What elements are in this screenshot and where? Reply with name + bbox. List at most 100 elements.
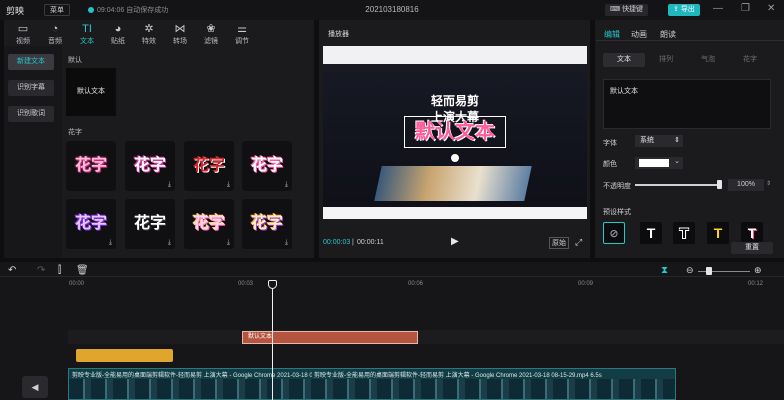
preset-style[interactable]: T bbox=[640, 222, 662, 244]
flower-tile[interactable]: 花字 ⤓ bbox=[242, 199, 292, 249]
nav-recognize-lyrics[interactable]: 识别歌词 bbox=[8, 106, 54, 122]
opacity-value[interactable]: 100% bbox=[728, 179, 764, 191]
default-text-tile[interactable]: 默认文本 bbox=[66, 68, 116, 116]
video-scene bbox=[374, 166, 532, 201]
font-label: 字体 bbox=[603, 140, 617, 147]
player-title: 播放器 bbox=[328, 31, 349, 38]
stepper-icon[interactable]: ⇕ bbox=[766, 180, 771, 187]
browser-chrome bbox=[323, 46, 587, 72]
undo-icon[interactable]: ↶ bbox=[8, 265, 16, 276]
color-picker[interactable]: ⌄ bbox=[635, 157, 683, 169]
opacity-slider-handle[interactable] bbox=[717, 180, 722, 189]
download-icon[interactable]: ⤓ bbox=[285, 181, 288, 189]
nav-recognize-subtitles[interactable]: 识别字幕 bbox=[8, 80, 54, 96]
sticker-icon: ◕ bbox=[114, 23, 122, 35]
tab-effects[interactable]: ✲ 特效 bbox=[134, 23, 164, 46]
tab-audio[interactable]: ◔ 音频 bbox=[40, 23, 70, 46]
ratio-button[interactable]: 原始 bbox=[549, 237, 569, 249]
tab-read-aloud[interactable]: 朗读 bbox=[660, 29, 676, 40]
tab-edit[interactable]: 编辑 bbox=[604, 29, 620, 40]
subtab-flower[interactable]: 花字 bbox=[729, 53, 771, 67]
download-icon[interactable]: ⤓ bbox=[109, 239, 112, 247]
playhead-handle-icon[interactable] bbox=[268, 280, 277, 289]
reset-button[interactable]: 重置 bbox=[731, 242, 773, 254]
ruler-tick: 00:09 bbox=[578, 281, 594, 287]
delete-icon[interactable]: 🗑 bbox=[76, 265, 89, 276]
playhead[interactable] bbox=[272, 286, 273, 400]
zoom-out-icon[interactable]: ⊖ bbox=[686, 265, 694, 276]
preset-label: 预设样式 bbox=[603, 209, 631, 216]
ruler-tick: 00:12 bbox=[748, 281, 764, 287]
tab-video[interactable]: ▭ 视频 bbox=[8, 23, 38, 46]
split-icon[interactable]: ⫿ bbox=[58, 265, 61, 276]
video-clip-title-2: 剪映专业版-全能易用的桌面端剪辑软件-轻而易剪 上演大幕 - Google Ch… bbox=[314, 373, 602, 379]
flower-tile[interactable]: 花字 ⤓ bbox=[184, 141, 234, 191]
left-nav bbox=[4, 46, 62, 258]
flower-tile[interactable]: 花字 bbox=[66, 141, 116, 191]
video-clip[interactable]: 剪映专业版-全能易用的桌面端剪辑软件-轻而易剪 上演大幕 - Google Ch… bbox=[68, 368, 676, 400]
tool-tabs: ▭ 视频 ◔ 音频 TI 文本 ◕ 贴纸 ✲ 特效 ⋈ 转场 ❀ 滤镜 ⚌ 调节 bbox=[4, 20, 314, 46]
app-logo: 剪映 bbox=[6, 6, 25, 16]
flower-tile[interactable]: 花字 ⤓ bbox=[66, 199, 116, 249]
subtab-arrange[interactable]: 排列 bbox=[645, 53, 687, 67]
download-icon[interactable]: ⤓ bbox=[227, 239, 230, 247]
preset-style[interactable]: T bbox=[741, 222, 763, 244]
preset-style[interactable]: T bbox=[707, 222, 729, 244]
zoom-in-icon[interactable]: ⊕ bbox=[754, 265, 762, 276]
play-icon[interactable]: ▶ bbox=[451, 236, 459, 247]
flower-tile[interactable]: 花字 ⤓ bbox=[125, 199, 175, 249]
rotate-handle-icon[interactable] bbox=[451, 154, 459, 162]
video-headline-1: 轻而易剪 bbox=[431, 94, 480, 108]
text-input[interactable]: 默认文本 bbox=[603, 79, 771, 129]
minimize-icon[interactable]: — bbox=[713, 3, 723, 14]
project-title: 202103180816 bbox=[365, 5, 419, 14]
tab-text[interactable]: TI 文本 bbox=[72, 23, 102, 46]
preset-style[interactable]: T bbox=[673, 222, 695, 244]
export-icon: ⇪ bbox=[673, 6, 681, 13]
text-clip[interactable]: 默认文本 bbox=[242, 331, 418, 344]
redo-icon[interactable]: ↷ bbox=[37, 265, 45, 276]
video-thumbnails bbox=[69, 379, 675, 399]
download-icon[interactable]: ⤓ bbox=[168, 181, 171, 189]
close-icon[interactable]: ✕ bbox=[767, 3, 775, 14]
snap-icon[interactable]: ⧗ bbox=[661, 265, 668, 276]
chevron-down-icon: ⌄ bbox=[674, 158, 680, 165]
flower-tile[interactable]: 花字 ⤓ bbox=[125, 141, 175, 191]
status-dot-icon bbox=[88, 7, 94, 13]
shortcut-button[interactable]: ⌨ 快捷键 bbox=[605, 4, 649, 16]
zoom-slider-handle[interactable] bbox=[706, 267, 712, 275]
audio-icon: ◔ bbox=[51, 23, 59, 35]
shortcut-label: 快捷键 bbox=[622, 6, 644, 13]
opacity-slider[interactable] bbox=[635, 184, 721, 186]
color-label: 颜色 bbox=[603, 161, 617, 168]
tab-adjust[interactable]: ⚌ 调节 bbox=[227, 23, 257, 46]
tab-filter[interactable]: ❀ 滤镜 bbox=[196, 23, 226, 46]
download-icon[interactable]: ⤓ bbox=[227, 181, 230, 189]
caption-selection-box[interactable]: 默认文本 bbox=[404, 116, 506, 148]
nav-new-text[interactable]: 新建文本 bbox=[8, 54, 54, 70]
preset-none-icon[interactable]: ⊘ bbox=[603, 222, 625, 244]
sticker-clip[interactable] bbox=[76, 349, 173, 362]
menu-button[interactable]: 菜单 bbox=[44, 4, 70, 16]
keyboard-icon: ⌨ bbox=[610, 6, 623, 13]
text-track bbox=[68, 330, 784, 344]
caption-text: 默认文本 bbox=[415, 121, 495, 143]
tab-animation[interactable]: 动画 bbox=[631, 29, 647, 40]
tab-sticker[interactable]: ◕ 贴纸 bbox=[103, 23, 133, 46]
track-mute-icon[interactable]: ◀ bbox=[22, 376, 48, 398]
maximize-icon[interactable]: ❐ bbox=[741, 3, 750, 14]
color-swatch bbox=[639, 159, 669, 167]
font-value: 系统 bbox=[640, 137, 654, 144]
subtab-bubble[interactable]: 气泡 bbox=[687, 53, 729, 67]
flower-tile[interactable]: 花字 ⤓ bbox=[184, 199, 234, 249]
fullscreen-icon[interactable]: ⤢ bbox=[575, 237, 582, 248]
download-icon[interactable]: ⤓ bbox=[285, 239, 288, 247]
tab-transition[interactable]: ⋈ 转场 bbox=[165, 23, 195, 46]
flower-tile[interactable]: 花字 ⤓ bbox=[242, 141, 292, 191]
video-preview[interactable]: 轻而易剪 上演大幕 默认文本 bbox=[323, 46, 587, 219]
font-select[interactable]: 系统 ⇕ bbox=[635, 135, 683, 147]
subtab-text[interactable]: 文本 bbox=[603, 53, 645, 67]
download-icon[interactable]: ⤓ bbox=[168, 239, 171, 247]
export-button[interactable]: ⇪ 导出 bbox=[668, 4, 700, 16]
effects-icon: ✲ bbox=[144, 23, 154, 35]
